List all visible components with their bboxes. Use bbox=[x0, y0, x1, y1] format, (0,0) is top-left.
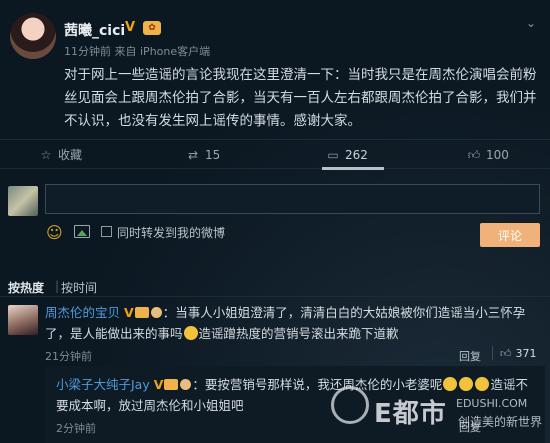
sync-repost-checkbox[interactable] bbox=[101, 226, 112, 237]
like-button[interactable]: 👍︎ 100 bbox=[466, 140, 509, 170]
author-avatar[interactable] bbox=[10, 13, 56, 59]
comment-like-button[interactable]: 👍︎ 371 bbox=[500, 347, 537, 360]
comment-body-b: 造谣蹭热度的营销号滚出来跪下道歉 bbox=[198, 326, 399, 341]
sort-by-time-tab[interactable]: 按时间 bbox=[61, 279, 97, 296]
submit-comment-button[interactable]: 评论 bbox=[480, 223, 540, 247]
author-name[interactable]: 茜曦_cici bbox=[64, 20, 125, 40]
repost-button[interactable]: ⇄ 15 bbox=[185, 140, 220, 170]
post-source[interactable]: iPhone客户端 bbox=[140, 45, 210, 58]
comment-button[interactable]: ▭ 262 bbox=[325, 140, 368, 170]
sort-by-hot-tab[interactable]: 按热度 bbox=[8, 279, 44, 296]
emoji-icon bbox=[475, 377, 490, 391]
commenter-avatar[interactable] bbox=[8, 305, 38, 335]
comment-icon: ▭ bbox=[327, 148, 339, 162]
reply-author-name[interactable]: 小梁子大纯子Jay bbox=[56, 377, 150, 392]
favorite-label: 收藏 bbox=[58, 148, 83, 162]
active-tab-indicator bbox=[322, 167, 384, 170]
repost-icon: ⇄ bbox=[187, 148, 199, 162]
reply-time: 2分钟前 bbox=[56, 422, 96, 435]
chevron-down-icon[interactable]: ⌄ bbox=[526, 16, 536, 30]
emoji-icon[interactable]: ☺ bbox=[46, 223, 63, 242]
verified-badge-icon: V bbox=[124, 305, 134, 320]
emoji-icon bbox=[459, 377, 474, 391]
repost-count: 15 bbox=[205, 148, 221, 162]
post-action-bar: ☆ 收藏 ⇄ 15 ▭ 262 👍︎ 100 bbox=[0, 139, 550, 170]
verified-badge-icon: V bbox=[125, 20, 136, 35]
weibo-post-page: 茜曦_cici V ✿ 11分钟前 来自 iPhone客户端 ⌄ 对于网上一些造… bbox=[0, 0, 550, 443]
comment-time: 21分钟前 bbox=[45, 350, 92, 363]
favorite-button[interactable]: ☆ 收藏 bbox=[38, 140, 82, 170]
star-icon: ☆ bbox=[40, 148, 52, 162]
vip-badge-icon: ✿ bbox=[143, 21, 161, 35]
source-prefix: 来自 bbox=[114, 45, 137, 58]
post-meta: 11分钟前 来自 iPhone客户端 bbox=[64, 43, 210, 59]
medal-icon bbox=[150, 307, 162, 318]
vip-badge-icon bbox=[164, 379, 179, 390]
commenter-name[interactable]: 周杰伦的宝贝 bbox=[45, 305, 120, 320]
my-avatar[interactable] bbox=[8, 186, 38, 216]
comment-like-count: 371 bbox=[515, 347, 537, 360]
emoji-icon bbox=[443, 377, 458, 391]
divider bbox=[0, 296, 550, 297]
watermark-url: EDUSHI.COM bbox=[456, 397, 528, 410]
watermark-logo-icon bbox=[331, 386, 369, 424]
image-upload-icon[interactable] bbox=[74, 225, 90, 238]
vip-badge-icon bbox=[134, 307, 149, 318]
comment-count: 262 bbox=[345, 148, 368, 162]
watermark-slogan: 创造美的新世界 bbox=[458, 415, 543, 429]
verified-badge-icon: V bbox=[153, 377, 164, 392]
comment-input[interactable] bbox=[45, 184, 540, 214]
comment-text: 周杰伦的宝贝 V ：当事人小姐姐澄清了，清清白白的大姑娘被你们造谣当小三怀孕了，是… bbox=[45, 302, 543, 344]
reply-body-a: ：要按营销号那样说，我还周杰伦的小老婆呢 bbox=[192, 377, 443, 392]
post-text: 对于网上一些造谣的言论我现在这里澄清一下：当时我只是在周杰伦演唱会前粉丝见面会上… bbox=[64, 67, 537, 129]
sort-divider: | bbox=[55, 279, 60, 293]
watermark-brand: E都市 bbox=[374, 399, 447, 429]
post-time[interactable]: 11分钟前 bbox=[64, 45, 111, 58]
reply-button[interactable]: 回复 bbox=[459, 348, 481, 364]
thumbs-up-icon: 👍︎ bbox=[500, 347, 512, 360]
panda-icon bbox=[180, 379, 192, 390]
divider bbox=[492, 346, 493, 360]
sync-repost-label[interactable]: 同时转发到我的微博 bbox=[117, 224, 225, 241]
like-count: 100 bbox=[486, 148, 509, 162]
emoji-icon bbox=[183, 326, 198, 340]
thumbs-up-icon: 👍︎ bbox=[467, 148, 481, 162]
